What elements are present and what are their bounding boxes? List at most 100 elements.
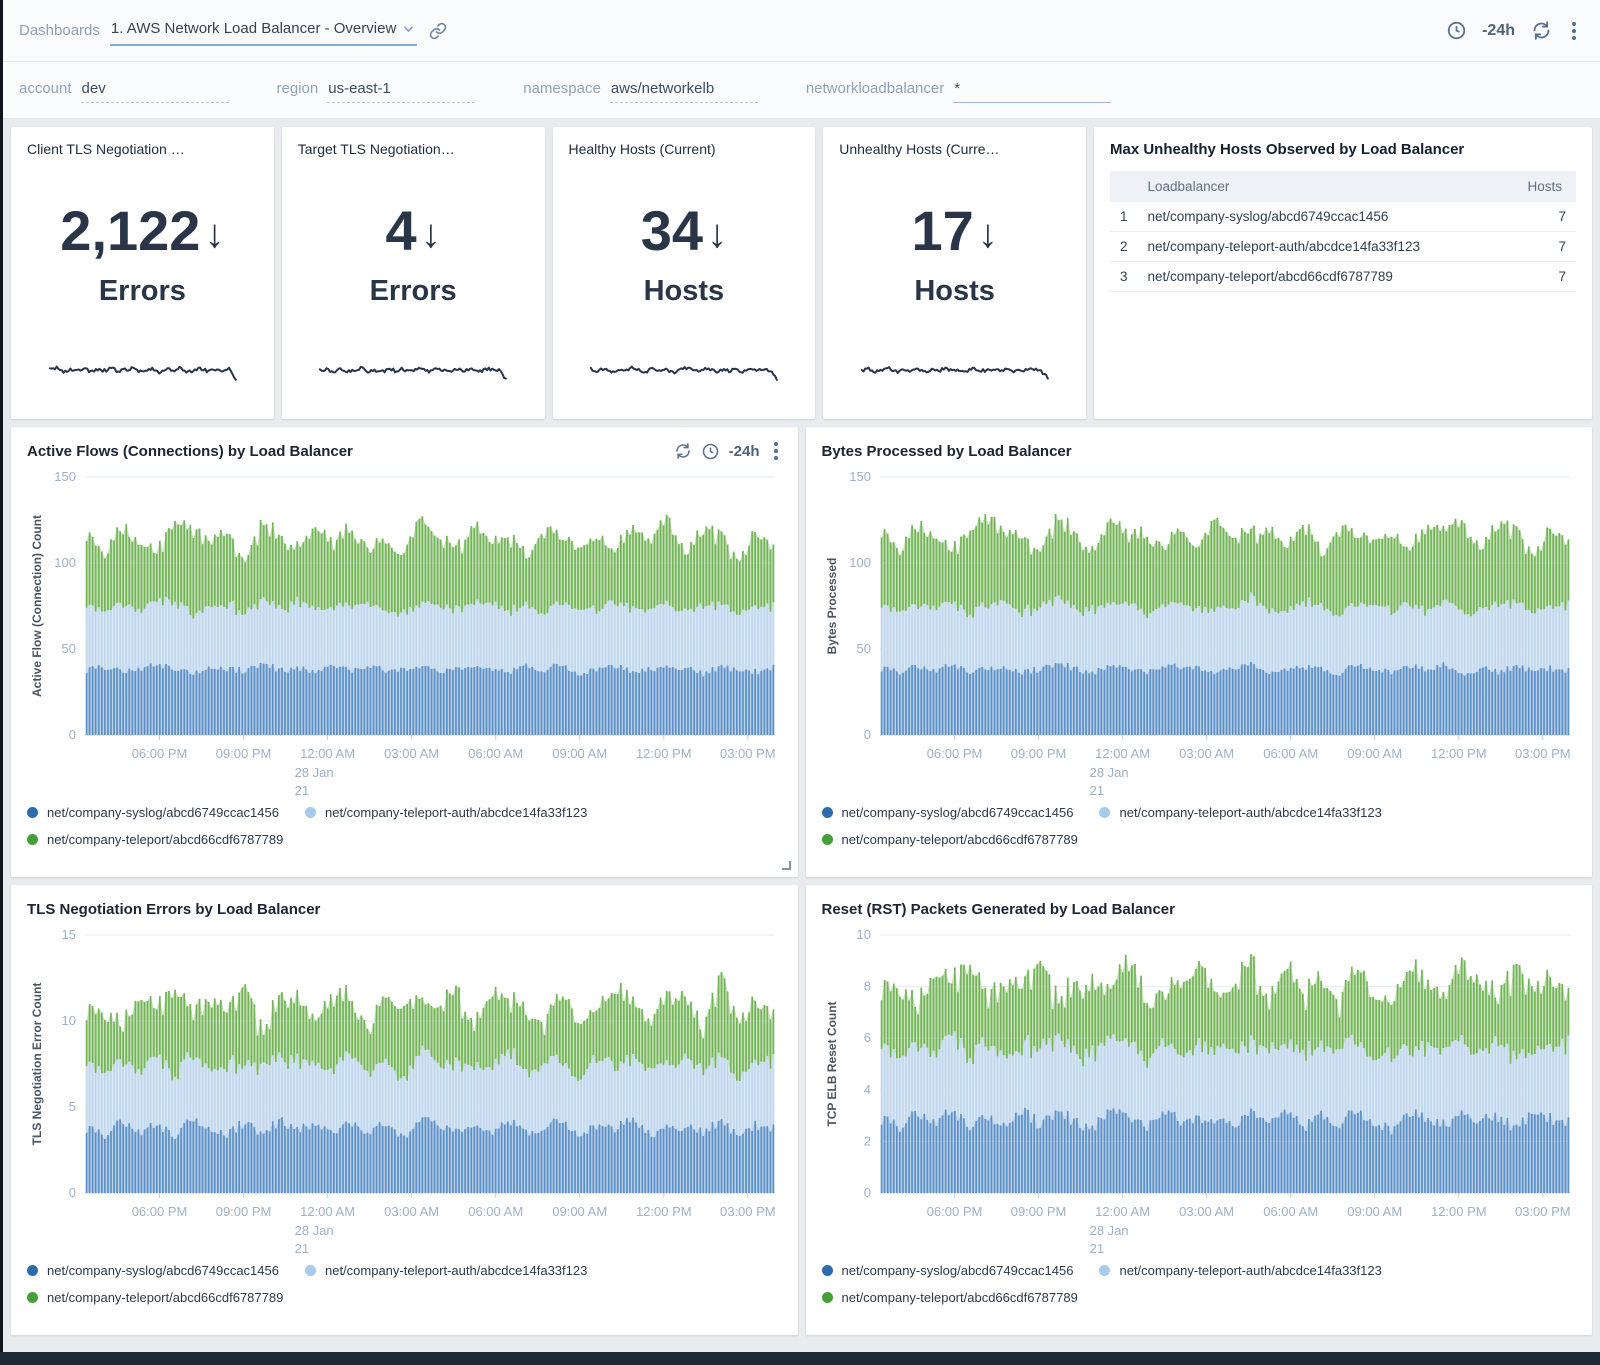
svg-text:50: 50 <box>62 641 76 656</box>
table-row[interactable]: 3 net/company-teleport/abcd66cdf6787789 … <box>1110 262 1576 292</box>
time-range-label[interactable]: -24h <box>1482 22 1515 40</box>
dashboard-body: Client TLS Negotiation … 2,122 ↓ Errors … <box>3 119 1600 1351</box>
svg-text:28 Jan: 28 Jan <box>1089 765 1128 780</box>
legend-dot <box>305 1265 316 1276</box>
svg-text:09:00 AM: 09:00 AM <box>552 746 607 761</box>
row-loadbalancer: net/company-teleport-auth/abcdce14fa33f1… <box>1138 232 1503 262</box>
filter-networkloadbalancer-label: networkloadbalancer <box>806 80 944 97</box>
filter-account-input[interactable]: dev <box>81 78 229 103</box>
row-hosts: 7 <box>1503 262 1576 292</box>
filter-bar: account dev region us-east-1 namespace a… <box>3 62 1600 119</box>
stat-value-number: 4 <box>386 203 417 259</box>
dashboard-title-dropdown[interactable]: 1. AWS Network Load Balancer - Overview <box>110 15 417 46</box>
svg-text:03:00 PM: 03:00 PM <box>1514 1204 1570 1219</box>
legend-dot <box>822 1292 833 1303</box>
svg-text:12:00 AM: 12:00 AM <box>300 1204 355 1219</box>
svg-text:09:00 AM: 09:00 AM <box>552 1204 607 1219</box>
svg-text:100: 100 <box>849 555 871 570</box>
legend-item-syslog[interactable]: net/company-syslog/abcd6749ccac1456 <box>822 805 1074 820</box>
legend-item-teleport-auth[interactable]: net/company-teleport-auth/abcdce14fa33f1… <box>305 1263 587 1278</box>
share-link-icon[interactable] <box>429 22 447 40</box>
legend-item-teleport-auth[interactable]: net/company-teleport-auth/abcdce14fa33f1… <box>1099 805 1381 820</box>
legend-item-syslog[interactable]: net/company-syslog/abcd6749ccac1456 <box>27 805 279 820</box>
svg-text:12:00 PM: 12:00 PM <box>636 1204 692 1219</box>
app-header: Dashboards 1. AWS Network Load Balancer … <box>3 0 1600 62</box>
stat-card-unit: Errors <box>282 275 545 308</box>
svg-text:09:00 AM: 09:00 AM <box>1347 1204 1402 1219</box>
legend-dot <box>822 1265 833 1276</box>
svg-text:09:00 PM: 09:00 PM <box>216 1204 272 1219</box>
clock-icon[interactable] <box>1447 21 1466 40</box>
table-header-index <box>1110 171 1138 202</box>
svg-text:09:00 PM: 09:00 PM <box>1010 746 1066 761</box>
trend-down-arrow-icon: ↓ <box>707 214 727 254</box>
filter-namespace-label: namespace <box>523 80 601 97</box>
legend-item-teleport[interactable]: net/company-teleport/abcd66cdf6787789 <box>822 832 1078 847</box>
table-row[interactable]: 1 net/company-syslog/abcd6749ccac1456 7 <box>1110 202 1576 232</box>
stats-row: Client TLS Negotiation … 2,122 ↓ Errors … <box>11 127 1592 419</box>
legend-label: net/company-syslog/abcd6749ccac1456 <box>842 805 1074 820</box>
refresh-icon[interactable] <box>1531 20 1552 41</box>
row-index: 3 <box>1110 262 1138 292</box>
sparkline <box>313 355 513 385</box>
stat-card-target-tls: Target TLS Negotiation… 4 ↓ Errors <box>282 127 545 419</box>
svg-text:03:00 PM: 03:00 PM <box>720 1204 776 1219</box>
legend-dot <box>27 834 38 845</box>
chart-title: Active Flows (Connections) by Load Balan… <box>27 443 353 460</box>
row-loadbalancer: net/company-teleport/abcd66cdf6787789 <box>1138 262 1503 292</box>
active-flows-chart[interactable]: 050100150Active Flow (Connection) Count0… <box>27 465 777 799</box>
time-range-label[interactable]: -24h <box>729 443 760 460</box>
stat-card-value: 4 ↓ <box>282 203 545 259</box>
svg-text:100: 100 <box>54 555 76 570</box>
clock-icon[interactable] <box>702 443 719 460</box>
svg-text:50: 50 <box>856 641 870 656</box>
legend-item-teleport-auth[interactable]: net/company-teleport-auth/abcdce14fa33f1… <box>1099 1263 1381 1278</box>
chevron-down-icon <box>403 25 414 33</box>
svg-text:150: 150 <box>54 469 76 484</box>
legend-item-syslog[interactable]: net/company-syslog/abcd6749ccac1456 <box>822 1263 1074 1278</box>
svg-text:TCP ELB Reset Count: TCP ELB Reset Count <box>825 1001 839 1126</box>
stat-card-unit: Hosts <box>553 275 816 308</box>
tls-errors-chart[interactable]: 051015TLS Negotiation Error Count06:00 P… <box>27 923 777 1257</box>
filter-region-input[interactable]: us-east-1 <box>327 78 475 103</box>
svg-text:03:00 AM: 03:00 AM <box>1179 1204 1234 1219</box>
trend-down-arrow-icon: ↓ <box>978 214 998 254</box>
legend-dot <box>305 807 316 818</box>
bytes-processed-chart[interactable]: 050100150Bytes Processed06:00 PM09:00 PM… <box>822 465 1572 799</box>
svg-text:15: 15 <box>62 927 76 942</box>
filter-namespace-input[interactable]: aws/networkelb <box>610 78 758 103</box>
chart-legend: net/company-syslog/abcd6749ccac1456 net/… <box>27 799 782 853</box>
max-unhealthy-hosts-panel: Max Unhealthy Hosts Observed by Load Bal… <box>1094 127 1592 419</box>
svg-text:0: 0 <box>863 727 870 742</box>
stat-card-unhealthy-hosts: Unhealthy Hosts (Curre… 17 ↓ Hosts <box>823 127 1086 419</box>
filter-networkloadbalancer-input[interactable]: * <box>953 78 1111 103</box>
legend-item-teleport[interactable]: net/company-teleport/abcd66cdf6787789 <box>27 832 283 847</box>
filter-networkloadbalancer: networkloadbalancer * <box>806 78 1111 103</box>
legend-label: net/company-syslog/abcd6749ccac1456 <box>47 805 279 820</box>
more-options-icon[interactable] <box>770 440 782 462</box>
legend-item-teleport-auth[interactable]: net/company-teleport-auth/abcdce14fa33f1… <box>305 805 587 820</box>
svg-text:06:00 AM: 06:00 AM <box>1263 746 1318 761</box>
refresh-icon[interactable] <box>674 442 692 460</box>
chart-title: Bytes Processed by Load Balancer <box>822 443 1072 460</box>
svg-text:0: 0 <box>69 1185 76 1200</box>
chart-panel-tls-errors: TLS Negotiation Errors by Load Balancer … <box>11 885 798 1335</box>
table-header-row: Loadbalancer Hosts <box>1110 171 1576 202</box>
stat-card-unit: Hosts <box>823 275 1086 308</box>
stat-card-value: 34 ↓ <box>553 203 816 259</box>
legend-item-teleport[interactable]: net/company-teleport/abcd66cdf6787789 <box>822 1290 1078 1305</box>
legend-item-syslog[interactable]: net/company-syslog/abcd6749ccac1456 <box>27 1263 279 1278</box>
stat-card-unit: Errors <box>11 275 274 308</box>
svg-text:06:00 PM: 06:00 PM <box>132 1204 188 1219</box>
panel-resize-handle[interactable] <box>782 861 791 870</box>
more-options-icon[interactable] <box>1568 20 1580 42</box>
sparkline <box>43 355 243 385</box>
legend-item-teleport[interactable]: net/company-teleport/abcd66cdf6787789 <box>27 1290 283 1305</box>
rst-packets-chart[interactable]: 0246810TCP ELB Reset Count06:00 PM09:00 … <box>822 923 1572 1257</box>
svg-text:03:00 AM: 03:00 AM <box>384 746 439 761</box>
sparkline <box>584 355 784 385</box>
svg-text:0: 0 <box>863 1185 870 1200</box>
table-row[interactable]: 2 net/company-teleport-auth/abcdce14fa33… <box>1110 232 1576 262</box>
chart-title: TLS Negotiation Errors by Load Balancer <box>27 901 320 918</box>
chart-legend: net/company-syslog/abcd6749ccac1456 net/… <box>27 1257 782 1311</box>
